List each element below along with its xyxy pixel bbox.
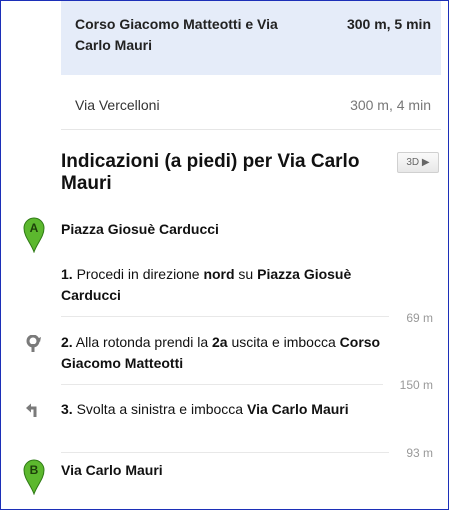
route-option-selected[interactable]: Corso Giacomo Matteotti e Via Carlo Maur… bbox=[61, 1, 441, 75]
direction-step-1[interactable]: 1. Procedi in direzione nord su Piazza G… bbox=[61, 264, 391, 306]
turn-left-icon bbox=[25, 402, 41, 418]
origin-name: Piazza Giosuè Carducci bbox=[61, 221, 219, 237]
step-text-part: su bbox=[234, 266, 258, 282]
step-number: 3. bbox=[61, 401, 73, 417]
step-number: 1. bbox=[61, 266, 73, 282]
view-3d-button[interactable]: 3D ▶ bbox=[397, 152, 439, 173]
distance-divider bbox=[61, 316, 389, 317]
marker-letter: B bbox=[30, 463, 39, 477]
step-text-part: Procedi in direzione bbox=[72, 266, 204, 282]
route-distance-time: 300 m, 5 min bbox=[346, 16, 431, 32]
divider bbox=[61, 129, 441, 130]
step-text-bold: 2a bbox=[212, 334, 228, 350]
step-text-bold: Via Carlo Mauri bbox=[246, 401, 349, 417]
step-distance: 69 m bbox=[406, 311, 433, 325]
direction-step-2[interactable]: 2. Alla rotonda prendi la 2a uscita e im… bbox=[61, 332, 391, 374]
step-distance: 150 m bbox=[399, 378, 433, 392]
step-text: 3. Svolta a sinistra e imbocca Via Carlo… bbox=[61, 401, 349, 417]
step-text-part: Svolta a sinistra e imbocca bbox=[72, 401, 247, 417]
route-option[interactable]: Via Vercelloni 300 m, 4 min bbox=[61, 78, 441, 128]
step-text: 2. Alla rotonda prendi la 2a uscita e im… bbox=[61, 334, 380, 371]
distance-divider bbox=[61, 452, 389, 453]
direction-step-3[interactable]: 3. Svolta a sinistra e imbocca Via Carlo… bbox=[61, 399, 391, 420]
step-text-part: Alla rotonda prendi la bbox=[72, 334, 213, 350]
route-name: Corso Giacomo Matteotti e Via Carlo Maur… bbox=[75, 16, 278, 53]
directions-panel: Corso Giacomo Matteotti e Via Carlo Maur… bbox=[0, 0, 449, 510]
step-text-bold: nord bbox=[203, 266, 235, 282]
distance-divider bbox=[61, 384, 383, 385]
marker-a-icon[interactable]: A bbox=[23, 217, 45, 253]
route-name: Via Vercelloni bbox=[75, 97, 160, 113]
step-distance: 93 m bbox=[406, 446, 433, 460]
step-text: 1. Procedi in direzione nord su Piazza G… bbox=[61, 266, 351, 303]
roundabout-icon bbox=[25, 334, 41, 352]
destination-name: Via Carlo Mauri bbox=[61, 462, 163, 478]
directions-title: Indicazioni (a piedi) per Via Carlo Maur… bbox=[61, 151, 360, 194]
route-distance-time: 300 m, 4 min bbox=[350, 97, 431, 113]
marker-letter: A bbox=[30, 221, 39, 235]
step-number: 2. bbox=[61, 334, 73, 350]
marker-b-icon[interactable]: B bbox=[23, 459, 45, 495]
step-text-part: uscita e imbocca bbox=[227, 334, 340, 350]
